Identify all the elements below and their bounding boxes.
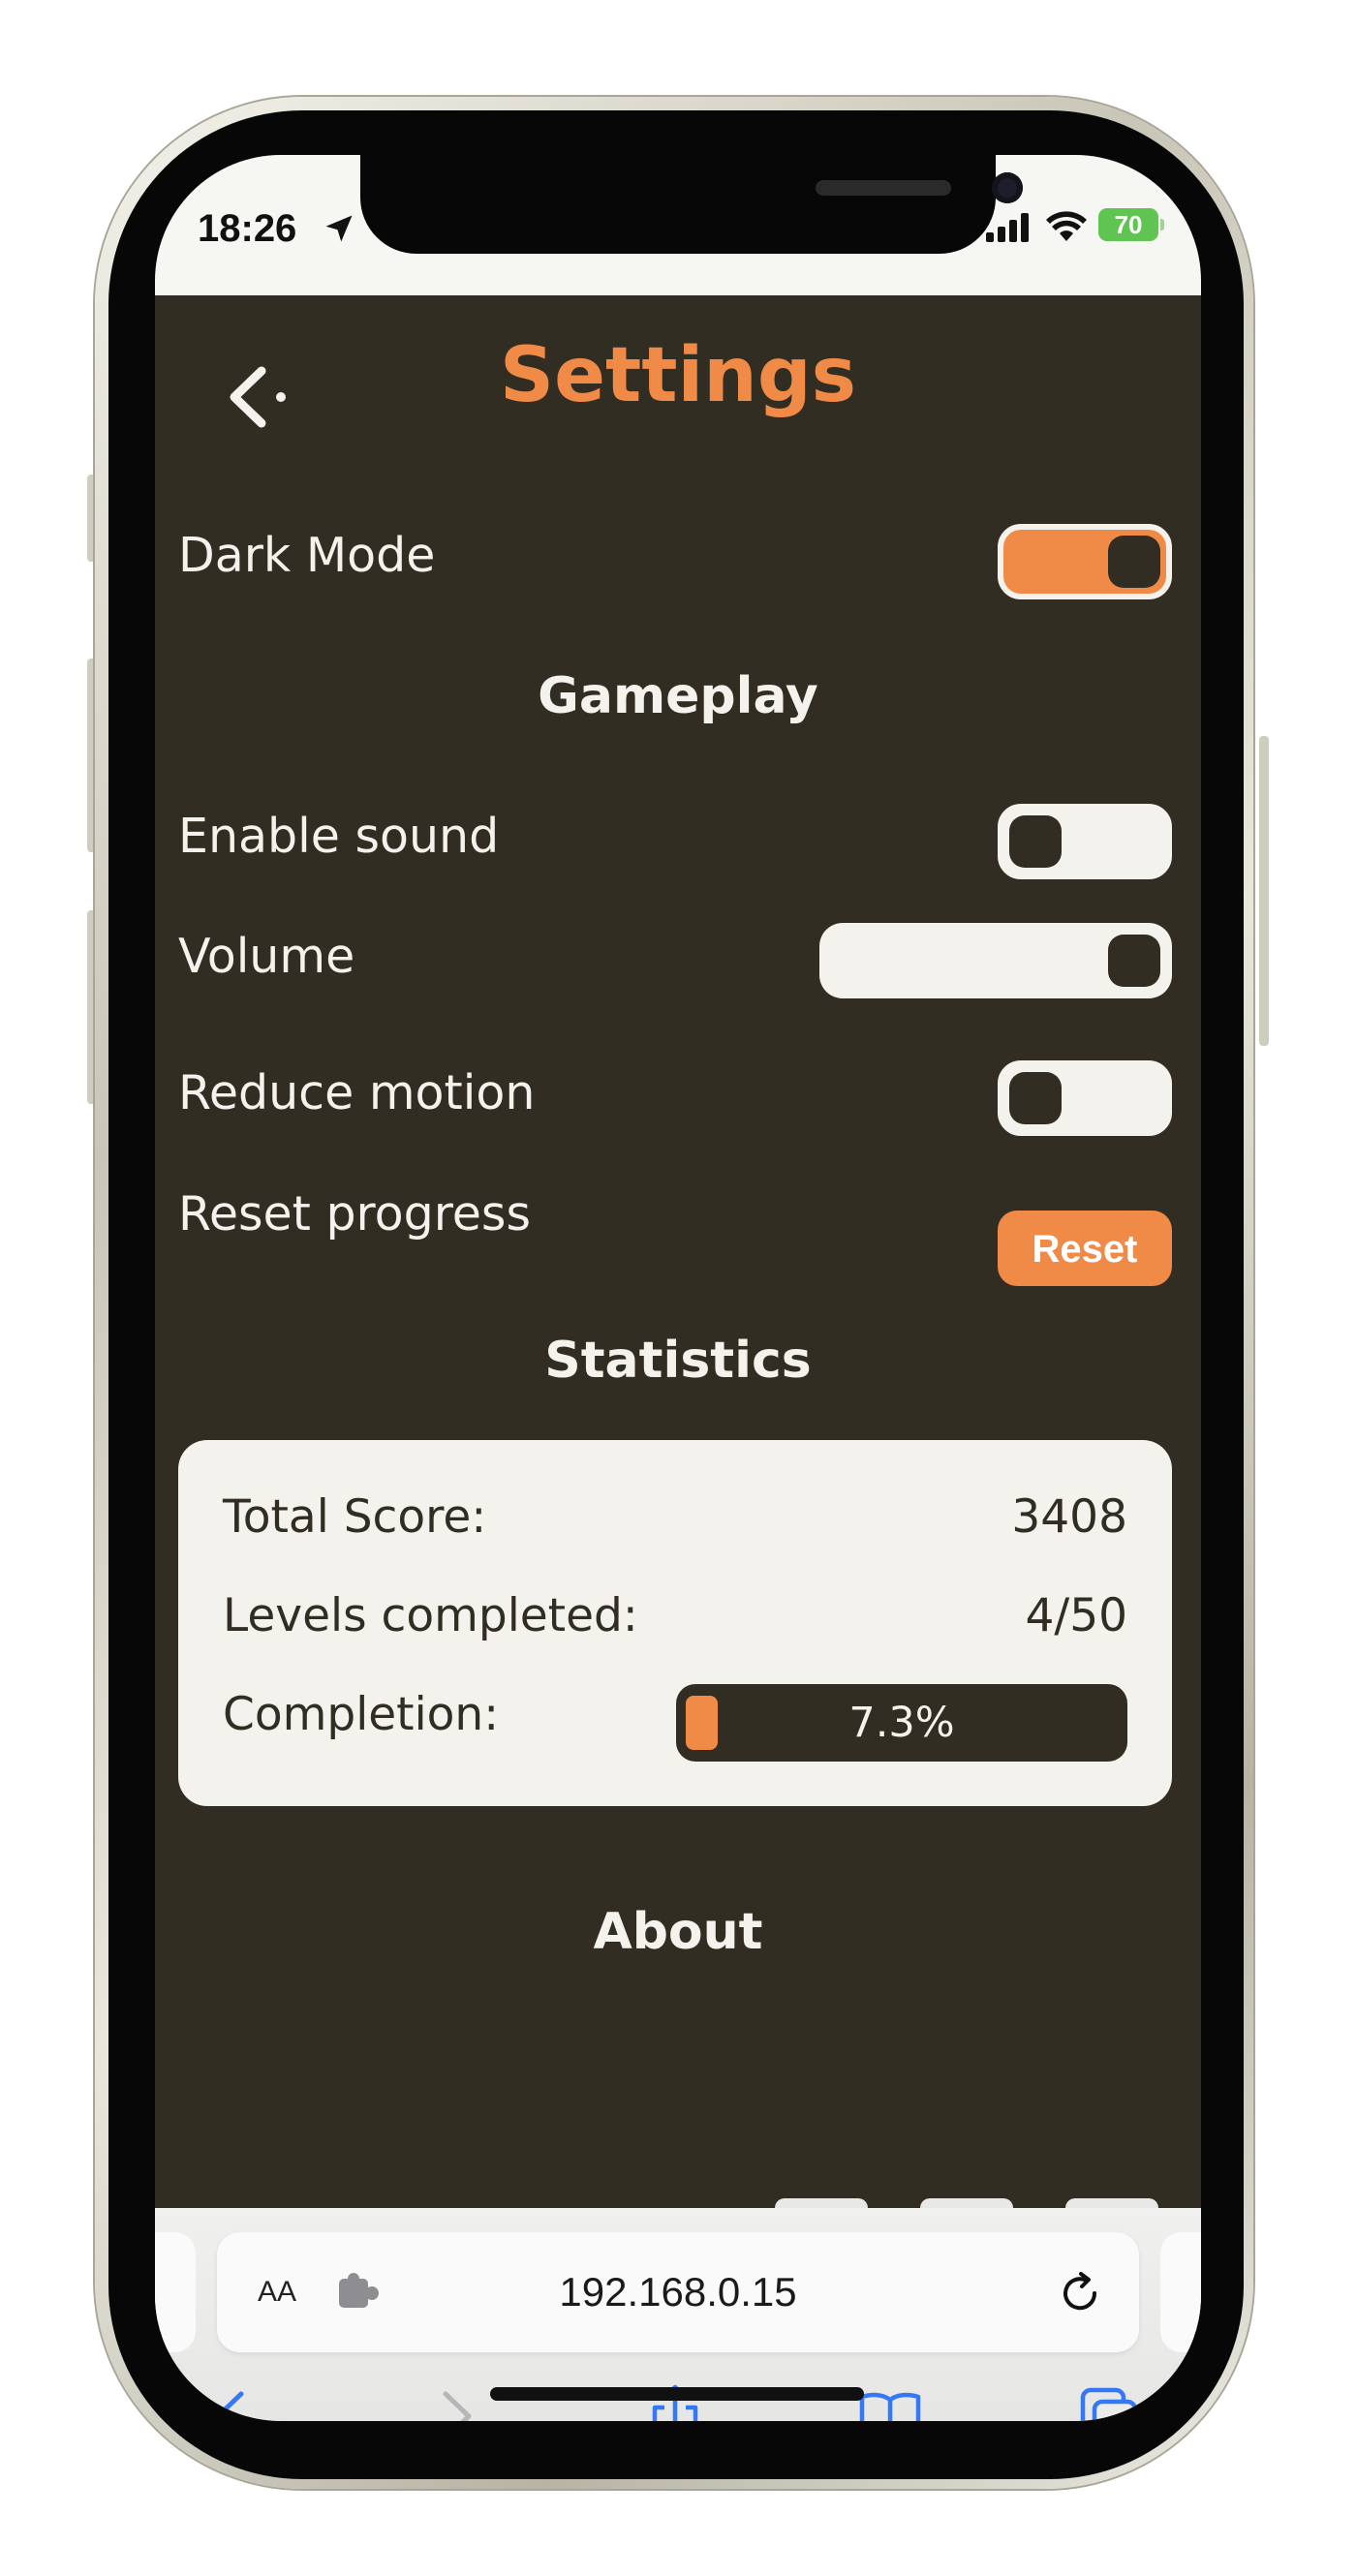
address-bar[interactable]: AA 192.168.0.15 <box>217 2232 1139 2352</box>
forward-arrow-icon[interactable] <box>420 2382 488 2421</box>
notch <box>360 155 1023 254</box>
dark-mode-toggle[interactable] <box>998 524 1172 599</box>
phone-screen: 18:26 70 Settings Dark Mode Gameplay Ena… <box>155 155 1201 2421</box>
enable-sound-toggle[interactable] <box>998 804 1172 879</box>
home-indicator[interactable] <box>490 2387 864 2401</box>
completion-percent: 7.3% <box>848 1699 955 1747</box>
toggle-knob <box>1009 1072 1062 1124</box>
total-score-label: Total Score: <box>223 1490 487 1544</box>
cellular-signal-icon <box>986 213 1029 242</box>
battery-icon: 70 <box>1098 208 1164 241</box>
wifi-icon <box>1046 211 1087 241</box>
reset-button[interactable]: Reset <box>998 1211 1172 1286</box>
gameplay-heading: Gameplay <box>538 667 818 725</box>
about-item-hint <box>920 2198 1013 2208</box>
reduce-motion-label: Reduce motion <box>178 1065 536 1120</box>
next-tab-preview[interactable] <box>1160 2232 1201 2352</box>
toggle-knob <box>1108 536 1160 588</box>
levels-completed-label: Levels completed: <box>223 1589 638 1642</box>
completion-label: Completion: <box>223 1688 500 1741</box>
status-bar: 18:26 70 <box>155 155 1201 295</box>
speaker-grille <box>816 180 951 196</box>
page-title: Settings <box>499 332 857 419</box>
power-button <box>1259 736 1269 1046</box>
volume-slider[interactable] <box>819 923 1172 998</box>
front-camera <box>992 172 1023 203</box>
previous-tab-preview[interactable] <box>155 2232 196 2352</box>
reset-progress-label: Reset progress <box>178 1186 531 1242</box>
completion-progress-bar: 7.3% <box>676 1684 1127 1762</box>
dark-mode-label: Dark Mode <box>178 528 436 583</box>
about-heading: About <box>593 1903 763 1961</box>
enable-sound-label: Enable sound <box>178 809 500 864</box>
location-arrow-icon <box>325 215 353 242</box>
volume-slider-knob[interactable] <box>1108 935 1160 987</box>
reduce-motion-toggle[interactable] <box>998 1060 1172 1136</box>
statistics-card: Total Score: 3408 Levels completed: 4/50… <box>178 1440 1172 1806</box>
back-arrow-icon[interactable] <box>199 2382 266 2421</box>
tabs-icon[interactable] <box>1075 2382 1143 2421</box>
about-item-hint <box>775 2198 868 2208</box>
about-item-hint <box>1065 2198 1158 2208</box>
toggle-knob <box>1009 815 1062 868</box>
reload-icon[interactable] <box>1056 2269 1104 2317</box>
statistics-heading: Statistics <box>544 1332 812 1390</box>
volume-label: Volume <box>178 929 355 984</box>
levels-completed-value: 4/50 <box>1025 1589 1127 1642</box>
status-time: 18:26 <box>198 207 297 250</box>
total-score-value: 3408 <box>1011 1490 1127 1544</box>
settings-page: Settings Dark Mode Gameplay Enable sound… <box>155 295 1201 2208</box>
url-text[interactable]: 192.168.0.15 <box>217 2269 1139 2315</box>
bookmarks-icon[interactable] <box>856 2382 924 2421</box>
